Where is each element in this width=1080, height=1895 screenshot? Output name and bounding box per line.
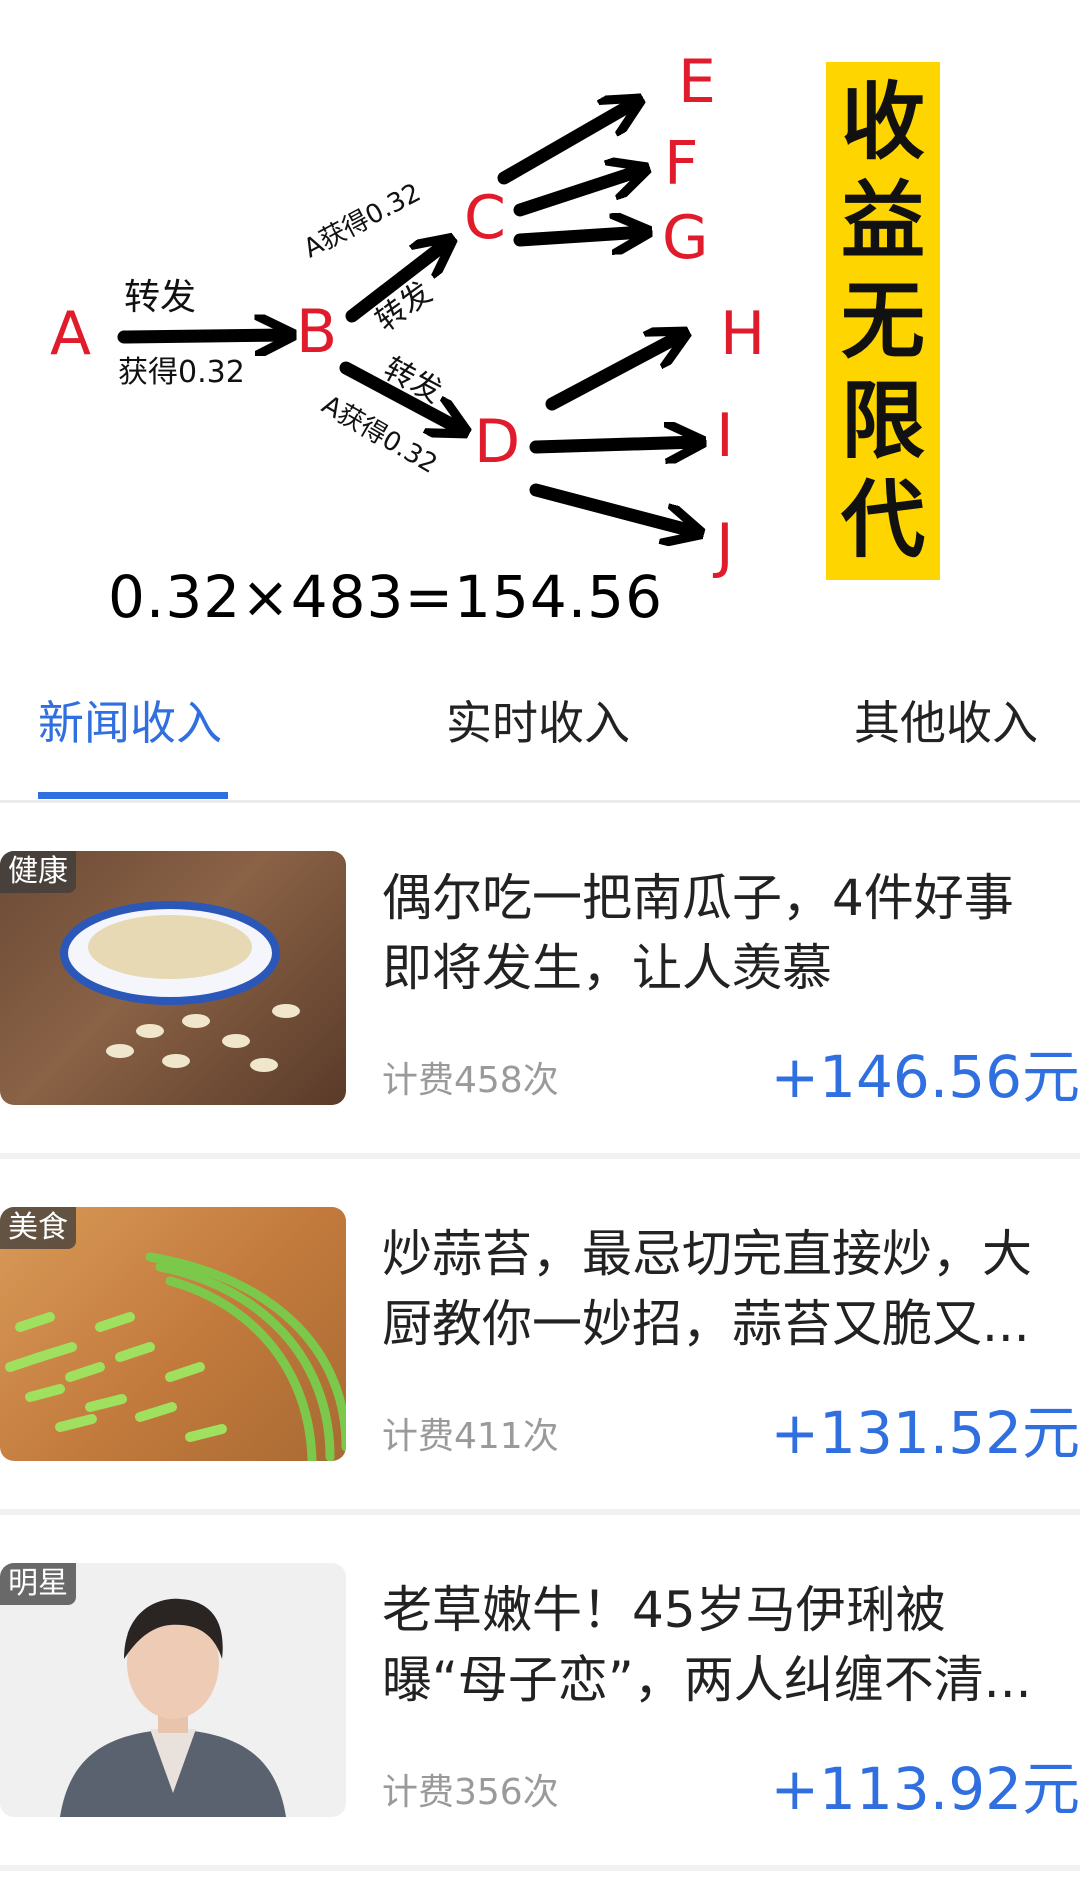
news-title[interactable]: 老草嫩牛！45岁马伊琍被 曝“母子恋”，两人纠缠不清... — [382, 1575, 1080, 1715]
node-j: J — [716, 511, 734, 581]
label-ab-earn: 获得0.32 — [118, 355, 245, 390]
billing-count: 计费356次 — [382, 1772, 559, 1813]
income-tabs: 新闻收入 实时收入 其他收入 — [0, 660, 1080, 803]
node-b: B — [296, 297, 338, 367]
news-item[interactable]: 明星 老草嫩牛！45岁马伊琍被 曝“母子恋”，两人纠缠不清... 计费356次 … — [0, 1515, 1080, 1871]
news-thumbnail-celebrity: 明星 — [0, 1563, 346, 1817]
earning-amount: +146.56元 — [770, 1043, 1080, 1111]
active-tab-indicator — [38, 792, 228, 799]
news-item[interactable]: 美食 炒蒜苔，最忌切完直接炒，大 厨教你一妙招，蒜苔又脆又... 计费411次 … — [0, 1159, 1080, 1515]
category-tag: 健康 — [0, 851, 76, 893]
billing-count: 计费411次 — [382, 1416, 559, 1457]
divider — [0, 1865, 1080, 1871]
node-e: E — [678, 47, 716, 117]
news-thumbnail-garlic-scapes: 美食 — [0, 1207, 346, 1461]
news-item[interactable]: 健康 偶尔吃一把南瓜子，4件好事 即将发生，让人羡慕 计费458次 +146.5… — [0, 803, 1080, 1159]
node-c: C — [464, 183, 506, 253]
node-d: D — [474, 407, 521, 477]
news-thumbnail-pumpkin-seeds: 健康 — [0, 851, 346, 1105]
banner-char: 代 — [840, 471, 925, 570]
forwarding-diagram: A B C D E F G H I J 转发 获得0.32 A获得0.32 转发… — [0, 0, 1080, 660]
news-title[interactable]: 炒蒜苔，最忌切完直接炒，大 厨教你一妙招，蒜苔又脆又... — [382, 1219, 1080, 1359]
tab-other-income[interactable]: 其他收入 — [854, 700, 1038, 746]
news-title-line: 曝“母子恋”，两人纠缠不清... — [382, 1651, 1032, 1709]
news-title-line: 厨教你一妙招，蒜苔又脆又... — [382, 1295, 1030, 1353]
earning-amount: +131.52元 — [770, 1399, 1080, 1467]
node-g: G — [662, 203, 709, 273]
tab-realtime-income[interactable]: 实时收入 — [446, 700, 630, 746]
node-a: A — [50, 299, 92, 369]
banner-char: 收 — [840, 72, 925, 171]
label-ab-forward: 转发 — [124, 277, 197, 318]
node-h: H — [720, 299, 766, 369]
news-title-line: 即将发生，让人羡慕 — [382, 939, 832, 997]
node-i: I — [716, 401, 734, 471]
billing-count: 计费458次 — [382, 1060, 559, 1101]
news-title-line: 偶尔吃一把南瓜子，4件好事 — [382, 869, 1014, 927]
node-f: F — [664, 129, 699, 199]
earning-amount: +113.92元 — [770, 1755, 1080, 1823]
news-title-line: 老草嫩牛！45岁马伊琍被 — [382, 1581, 946, 1639]
banner-char: 限 — [840, 371, 925, 470]
news-title-line: 炒蒜苔，最忌切完直接炒，大 — [382, 1225, 1032, 1283]
tab-news-income[interactable]: 新闻收入 — [38, 700, 222, 746]
banner-char: 益 — [840, 172, 925, 271]
banner-char: 无 — [840, 271, 925, 370]
news-title[interactable]: 偶尔吃一把南瓜子，4件好事 即将发生，让人羡慕 — [382, 863, 1080, 1003]
unlimited-earnings-banner: 收 益 无 限 代 — [826, 62, 940, 580]
category-tag: 美食 — [0, 1207, 76, 1249]
formula-text: 0.32×483=154.56 — [108, 563, 663, 631]
category-tag: 明星 — [0, 1563, 76, 1605]
